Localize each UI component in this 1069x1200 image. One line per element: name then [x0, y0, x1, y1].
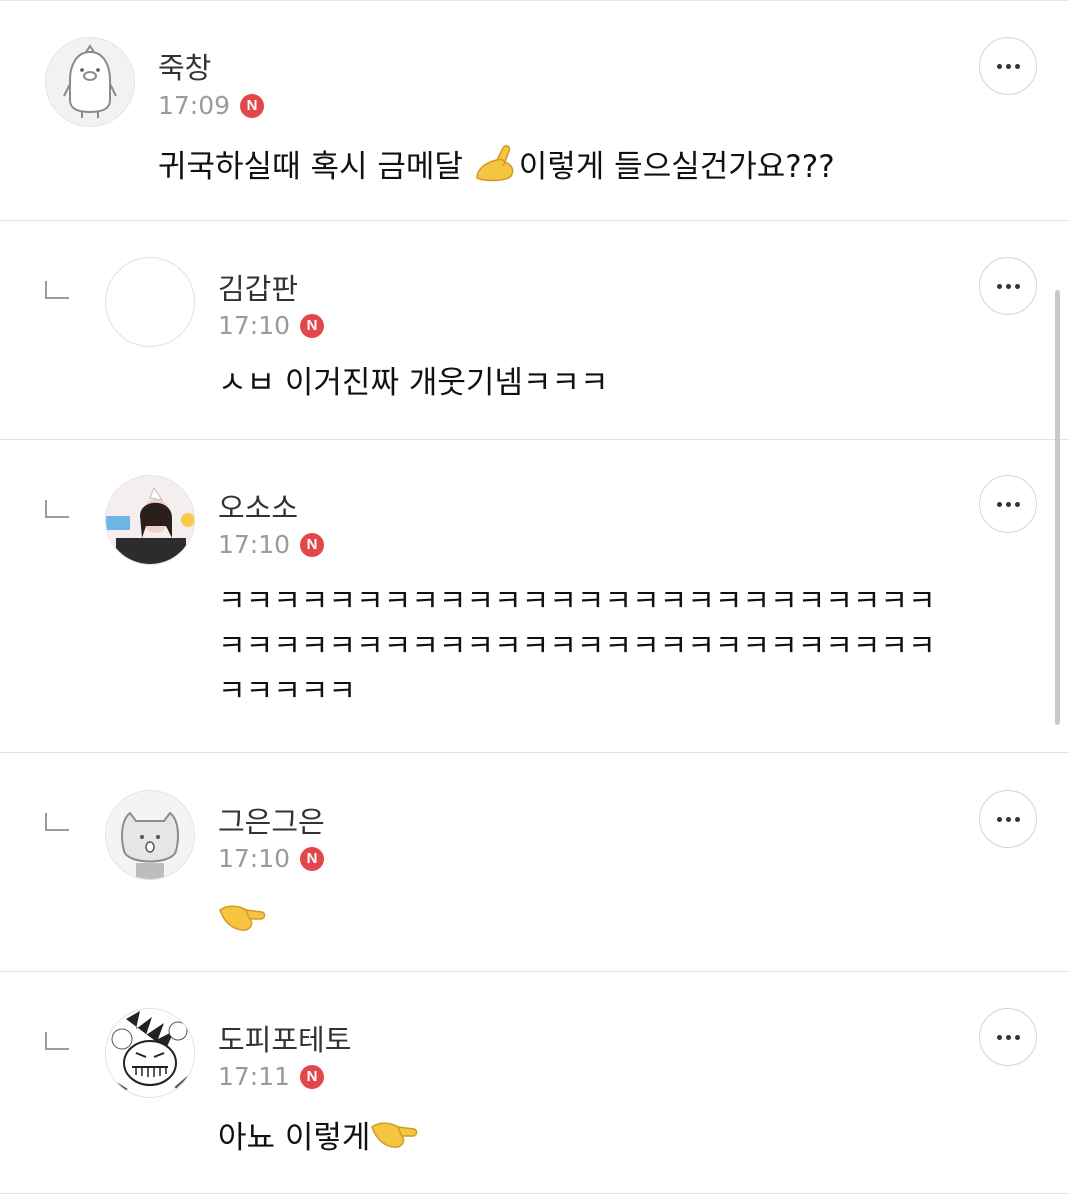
- timestamp: 17:11: [218, 1062, 291, 1091]
- scrollbar[interactable]: [1055, 290, 1060, 725]
- more-dot-icon: [1005, 501, 1011, 507]
- reply-arrow-icon: [45, 813, 69, 831]
- photo-avatar-icon: [106, 476, 194, 564]
- reply-arrow-icon: [45, 1032, 69, 1050]
- more-dot-icon: [996, 283, 1002, 289]
- more-options-button[interactable]: [979, 475, 1037, 533]
- comment-text-part: 귀국하실때 혹시 금메달: [158, 149, 473, 185]
- pinching-hand-icon: [218, 898, 266, 947]
- comment-text: 아뇨 이렇게: [218, 1115, 418, 1164]
- reply-arrow-icon: [45, 500, 69, 518]
- reply-item: 그은그은 17:10 N: [0, 753, 1069, 972]
- comment-meta: 17:10 N: [218, 311, 325, 340]
- more-dot-icon: [1005, 816, 1011, 822]
- new-badge: N: [300, 846, 325, 871]
- more-dot-icon: [996, 1034, 1002, 1040]
- nickname[interactable]: 도피포테토: [218, 1017, 351, 1059]
- more-dot-icon: [1005, 283, 1011, 289]
- new-badge: N: [240, 93, 265, 118]
- comment-meta: 17:10 N: [218, 844, 325, 873]
- avatar[interactable]: [105, 475, 195, 565]
- timestamp: 17:10: [218, 311, 291, 340]
- more-dot-icon: [1014, 501, 1020, 507]
- reply-item: 오소소 17:10 N ㅋㅋㅋㅋㅋㅋㅋㅋㅋㅋㅋㅋㅋㅋㅋㅋㅋㅋㅋㅋㅋㅋㅋㅋㅋㅋ ㅋ…: [0, 440, 1069, 753]
- avatar[interactable]: [105, 257, 195, 347]
- more-options-button[interactable]: [979, 790, 1037, 848]
- comment-text: ㅅㅂ 이거진짜 개웃기넴ㅋㅋㅋ: [218, 365, 609, 401]
- timestamp: 17:10: [218, 530, 291, 559]
- nickname[interactable]: 죽창: [158, 45, 211, 87]
- comment-text: [218, 898, 266, 947]
- more-dot-icon: [1014, 283, 1020, 289]
- more-dot-icon: [1014, 816, 1020, 822]
- comment-text-line: ㅋㅋㅋㅋㅋ: [218, 674, 356, 709]
- new-badge: N: [300, 532, 325, 557]
- nickname[interactable]: 김갑판: [218, 266, 298, 308]
- more-dot-icon: [1005, 1034, 1011, 1040]
- reply-arrow-icon: [45, 281, 69, 299]
- timestamp: 17:10: [218, 844, 291, 873]
- nickname[interactable]: 오소소: [218, 485, 298, 527]
- comic-avatar-icon: [106, 1009, 194, 1097]
- comment-text-part: 아뇨 이렇게: [218, 1120, 371, 1156]
- comment-thread: 죽창 17:09 N 귀국하실때 혹시 금메달 이렇게 들으실건가요??? 김갑…: [0, 0, 1069, 1200]
- comment-text-part: 이렇게 들으실건가요???: [518, 149, 835, 185]
- avatar[interactable]: [45, 37, 135, 127]
- avatar[interactable]: [105, 1008, 195, 1098]
- reply-item: 김갑판 17:10 N ㅅㅂ 이거진짜 개웃기넴ㅋㅋㅋ: [0, 221, 1069, 440]
- pinching-hand-icon: [370, 1115, 418, 1164]
- comment-meta: 17:11 N: [218, 1062, 325, 1091]
- cat-avatar-icon: [106, 791, 194, 879]
- comment-item: 죽창 17:09 N 귀국하실때 혹시 금메달 이렇게 들으실건가요???: [0, 0, 1069, 221]
- comment-meta: 17:09 N: [158, 91, 265, 120]
- more-options-button[interactable]: [979, 257, 1037, 315]
- nickname[interactable]: 그은그은: [218, 799, 325, 841]
- comment-text: 귀국하실때 혹시 금메달 이렇게 들으실건가요???: [158, 142, 835, 195]
- more-options-button[interactable]: [979, 37, 1037, 95]
- more-dot-icon: [996, 501, 1002, 507]
- more-dot-icon: [996, 816, 1002, 822]
- more-dot-icon: [996, 63, 1002, 69]
- timestamp: 17:09: [158, 91, 231, 120]
- pinching-hand-icon: [473, 142, 519, 195]
- penguin-avatar-icon: [46, 38, 134, 126]
- avatar[interactable]: [105, 790, 195, 880]
- reply-item: 도피포테토 17:11 N 아뇨 이렇게: [0, 972, 1069, 1194]
- more-dot-icon: [1014, 63, 1020, 69]
- comment-meta: 17:10 N: [218, 530, 325, 559]
- more-dot-icon: [1014, 1034, 1020, 1040]
- new-badge: N: [300, 313, 325, 338]
- more-options-button[interactable]: [979, 1008, 1037, 1066]
- comment-text-line: ㅋㅋㅋㅋㅋㅋㅋㅋㅋㅋㅋㅋㅋㅋㅋㅋㅋㅋㅋㅋㅋㅋㅋㅋㅋㅋ: [218, 629, 936, 664]
- more-dot-icon: [1005, 63, 1011, 69]
- comment-text-line: ㅋㅋㅋㅋㅋㅋㅋㅋㅋㅋㅋㅋㅋㅋㅋㅋㅋㅋㅋㅋㅋㅋㅋㅋㅋㅋ: [218, 584, 936, 619]
- new-badge: N: [300, 1064, 325, 1089]
